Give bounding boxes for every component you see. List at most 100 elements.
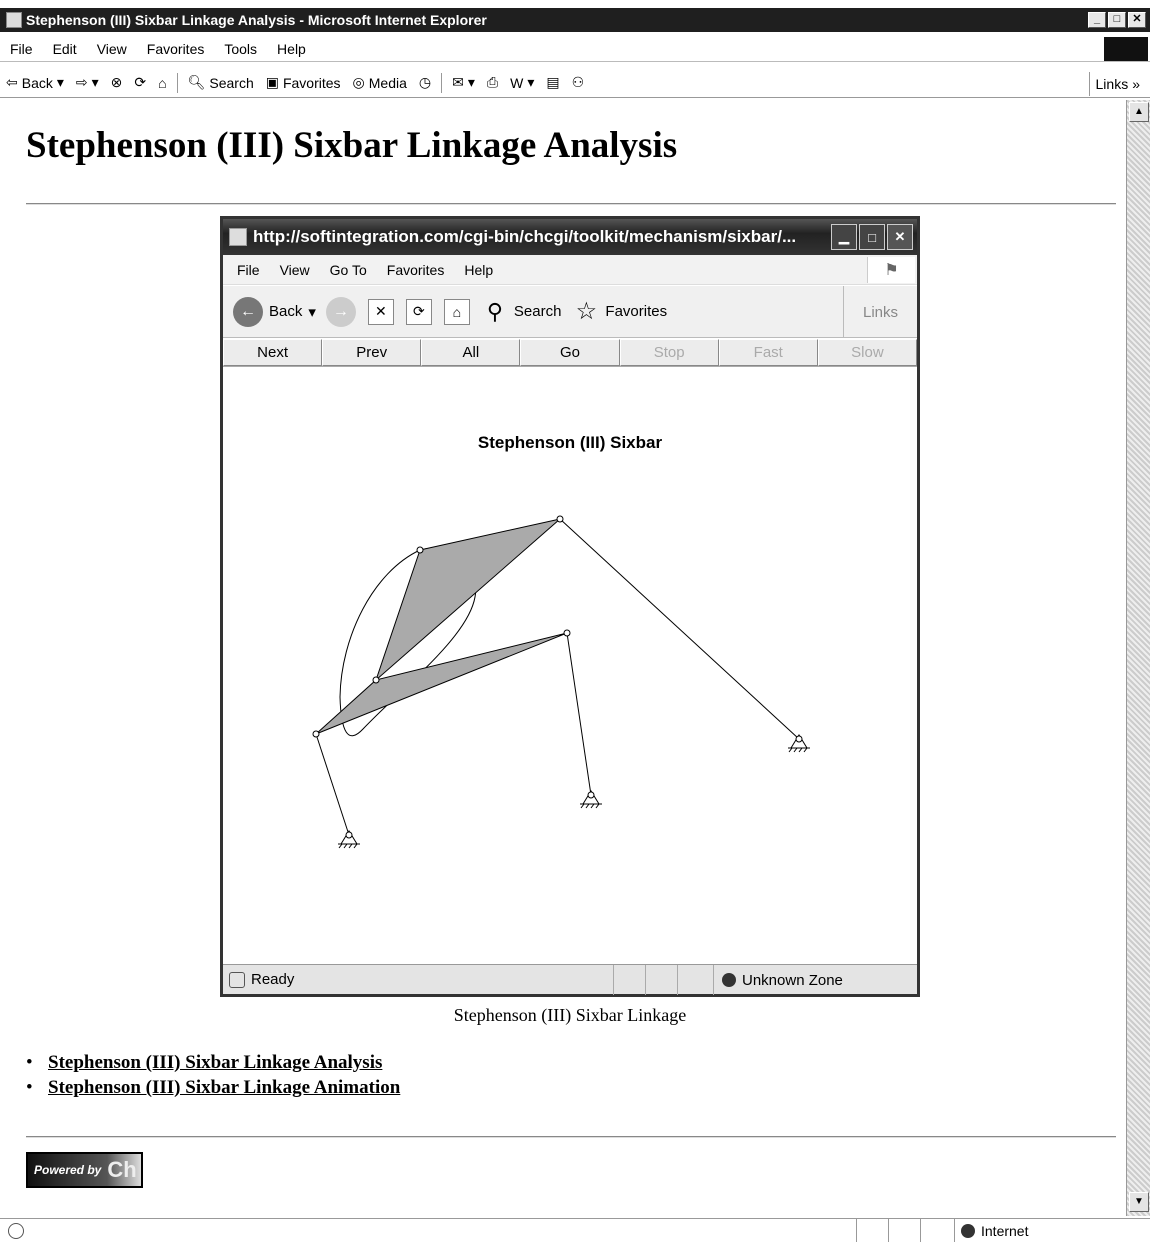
- zone-label: Internet: [981, 1223, 1029, 1239]
- status-cell: [856, 1219, 888, 1242]
- embedded-links-label: Links: [843, 286, 917, 338]
- link-crank: [315, 733, 350, 836]
- edit-button[interactable]: W ▾: [504, 71, 540, 95]
- messenger-button[interactable]: ⚇: [566, 71, 591, 95]
- linkage-plot: Stephenson (III) Sixbar: [223, 367, 917, 963]
- embedded-back-label: Back: [269, 303, 303, 320]
- globe-icon: [722, 973, 736, 987]
- horizontal-rule: [26, 203, 1116, 205]
- joint: [563, 629, 571, 637]
- embedded-menu-favorites: Favorites: [386, 261, 445, 278]
- dropdown-arrow-icon: ▾: [467, 74, 475, 90]
- status-cell: [613, 965, 645, 995]
- discuss-button[interactable]: ▤: [540, 71, 565, 95]
- embedded-status-bar: Ready Unknown Zone: [223, 964, 917, 995]
- slow-button: Slow: [817, 339, 917, 366]
- link-long: [559, 518, 800, 740]
- joint: [556, 515, 564, 523]
- page-icon: [229, 228, 247, 246]
- embedded-favorites-label: Favorites: [605, 303, 668, 320]
- close-icon: ✕: [887, 224, 913, 250]
- status-bar: Internet: [0, 1218, 1150, 1242]
- analysis-link[interactable]: Stephenson (III) Sixbar Linkage Analysis: [48, 1052, 382, 1073]
- print-button[interactable]: ⎙: [481, 71, 504, 95]
- embedded-status-text: Ready: [251, 971, 295, 988]
- search-icon: 🔍︎: [187, 74, 206, 90]
- vertical-scrollbar[interactable]: ▲ ▼: [1126, 100, 1150, 1216]
- back-arrow-icon: ⇦: [6, 74, 18, 90]
- stop-button[interactable]: ⊗: [105, 71, 129, 95]
- embedded-menu-bar: File View Go To Favorites Help ⚑: [223, 255, 917, 285]
- search-icon: ⚲: [486, 298, 503, 324]
- embedded-menu-help: Help: [464, 261, 494, 278]
- window-controls: _ □ ✕: [1088, 12, 1146, 28]
- maximize-button[interactable]: □: [1108, 12, 1126, 28]
- toolbar-separator: [441, 72, 443, 93]
- messenger-icon: ⚇: [571, 74, 585, 90]
- refresh-button[interactable]: ⟳: [128, 71, 152, 95]
- history-button[interactable]: ◷: [413, 71, 437, 95]
- powered-by-ch-badge[interactable]: Powered by Ch: [26, 1152, 143, 1188]
- print-icon: ⎙: [486, 74, 499, 90]
- mail-button[interactable]: ✉ ▾: [446, 71, 481, 95]
- internet-globe-icon: [961, 1224, 975, 1238]
- joint: [372, 676, 380, 684]
- page-status-icon: [229, 971, 245, 988]
- stop-icon: ✕: [367, 298, 394, 325]
- links-button[interactable]: Links »: [1088, 72, 1146, 96]
- page-title: Stephenson (III) Sixbar Linkage Analysis: [26, 125, 678, 166]
- standard-toolbar: ⇦ Back ▾ ⇨ ▾ ⊗ ⟳ ⌂ 🔍︎ Search ▣ Favorites…: [0, 68, 1150, 98]
- link-rocker: [566, 632, 592, 796]
- menu-favorites[interactable]: Favorites: [137, 41, 215, 57]
- browser-title-bar: Stephenson (III) Sixbar Linkage Analysis…: [0, 8, 1150, 32]
- favorites-button[interactable]: ▣ Favorites: [260, 71, 347, 95]
- mail-icon: ✉: [452, 74, 464, 90]
- media-button[interactable]: ◎ Media: [347, 71, 413, 95]
- ternary-link-lower: [315, 632, 568, 735]
- forward-button[interactable]: ⇨ ▾: [70, 71, 105, 95]
- embedded-zone: Unknown Zone: [713, 965, 843, 995]
- ternary-link-upper: [374, 518, 561, 682]
- menu-tools[interactable]: Tools: [214, 41, 267, 57]
- menu-edit[interactable]: Edit: [43, 41, 87, 57]
- fast-button: Fast: [718, 339, 818, 366]
- history-icon: ◷: [418, 74, 432, 90]
- embedded-window-controls: ▁ □ ✕: [831, 224, 913, 250]
- home-button[interactable]: ⌂: [152, 71, 172, 95]
- embedded-browser-screenshot: http://softintegration.com/cgi-bin/chcgi…: [220, 216, 920, 997]
- embedded-search-label: Search: [513, 303, 562, 320]
- prev-button: Prev: [322, 339, 422, 366]
- scroll-up-arrow-icon[interactable]: ▲: [1129, 102, 1149, 122]
- page-done-icon: [8, 1222, 24, 1239]
- minimize-button[interactable]: _: [1088, 12, 1106, 28]
- status-dividers: [613, 965, 709, 995]
- menu-help[interactable]: Help: [267, 41, 316, 57]
- word-icon: W: [510, 74, 524, 91]
- menu-bar: File Edit View Favorites Tools Help: [0, 36, 1150, 62]
- scroll-down-arrow-icon[interactable]: ▼: [1129, 1192, 1149, 1212]
- embedded-toolbar: ← Back ▾ → ✕ ⟳ ⌂ ⚲ Search ☆ Favorites Li…: [223, 286, 917, 338]
- status-cells: [856, 1219, 952, 1242]
- home-icon: ⌂: [443, 298, 470, 325]
- search-button[interactable]: 🔍︎ Search: [182, 71, 260, 95]
- go-button: Go: [520, 339, 620, 366]
- menu-file[interactable]: File: [0, 41, 43, 57]
- back-label: Back: [21, 74, 53, 91]
- embedded-menu-view: View: [279, 261, 310, 278]
- search-label: Search: [209, 74, 254, 91]
- stop-icon: ⊗: [110, 74, 123, 90]
- menu-view[interactable]: View: [87, 41, 137, 57]
- close-button[interactable]: ✕: [1128, 12, 1146, 28]
- figure-caption: Stephenson (III) Sixbar Linkage: [453, 1005, 687, 1025]
- refresh-icon: ⟳: [134, 74, 147, 90]
- animation-link[interactable]: Stephenson (III) Sixbar Linkage Animatio…: [48, 1077, 400, 1098]
- back-button[interactable]: ⇦ Back ▾: [0, 71, 70, 95]
- ch-logo-text: Ch: [107, 1157, 137, 1182]
- list-item: Stephenson (III) Sixbar Linkage Animatio…: [26, 1077, 400, 1102]
- browser-title: Stephenson (III) Sixbar Linkage Analysis…: [26, 12, 487, 28]
- star-icon: ☆: [575, 298, 598, 325]
- horizontal-rule: [26, 1136, 1116, 1138]
- linkage-diagram: [312, 515, 810, 849]
- status-cell: [920, 1219, 952, 1242]
- favorites-label: Favorites: [282, 74, 341, 91]
